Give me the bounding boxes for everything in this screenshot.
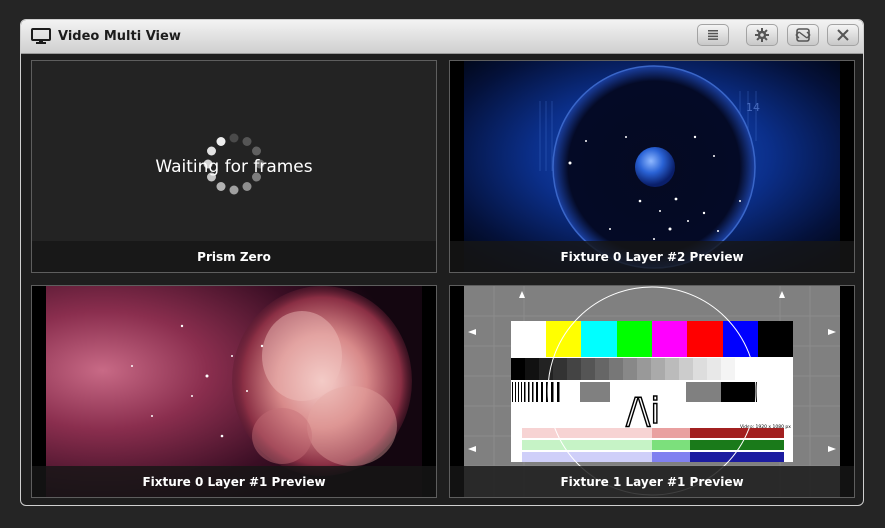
close-icon (837, 29, 849, 41)
test-pattern-logo: /\i (626, 391, 660, 432)
title-bar[interactable]: Video Multi View (21, 20, 863, 54)
window-title: Video Multi View (58, 29, 181, 44)
menu-button[interactable] (697, 24, 729, 46)
close-button[interactable] (827, 24, 859, 46)
menu-icon (708, 30, 718, 40)
settings-button[interactable] (746, 24, 778, 46)
tile-label: Prism Zero (32, 241, 436, 272)
tile-label: Fixture 0 Layer #2 Preview (450, 241, 854, 272)
gear-icon (755, 28, 769, 42)
video-tile-fixture-1-layer-1[interactable]: /\i Video: 1920 x 1080 px Fixture 1 Laye… (449, 285, 855, 498)
tile-label: Fixture 0 Layer #1 Preview (32, 466, 436, 497)
video-tile-fixture-0-layer-1[interactable]: Fixture 0 Layer #1 Preview (31, 285, 437, 498)
video-tile-prism-zero[interactable]: Waiting for frames Prism Zero (31, 60, 437, 273)
svg-text:14: 14 (746, 101, 760, 114)
fullscreen-button[interactable] (787, 24, 819, 46)
video-multi-view-window: Video Multi View Waiting for frames Pris… (20, 19, 864, 506)
monitor-icon (31, 28, 51, 44)
fullscreen-icon (795, 28, 811, 42)
tile-label: Fixture 1 Layer #1 Preview (450, 466, 854, 497)
video-tile-fixture-0-layer-2[interactable]: 14 Fixture 0 Layer #2 Preview (449, 60, 855, 273)
waiting-status: Waiting for frames (155, 157, 313, 177)
